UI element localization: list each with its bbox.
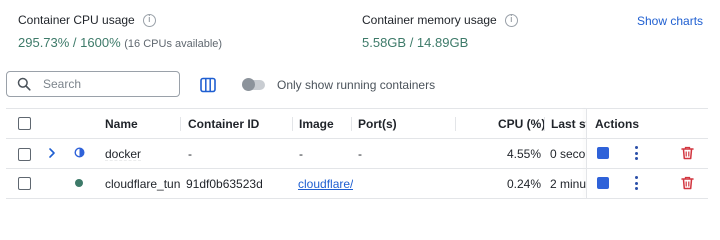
show-charts-link[interactable]: Show charts xyxy=(637,14,703,28)
delete-icon[interactable] xyxy=(681,146,694,160)
column-divider xyxy=(180,117,181,131)
container-name[interactable]: cloudflare_tunne xyxy=(105,177,181,191)
half-circle-icon xyxy=(74,147,85,158)
container-last-started: 2 minut xyxy=(550,177,586,191)
container-id: - xyxy=(188,147,192,161)
stop-button[interactable] xyxy=(597,177,609,189)
row-checkbox[interactable] xyxy=(18,148,31,161)
expand-chevron-icon[interactable] xyxy=(47,147,57,159)
search-icon xyxy=(17,77,31,91)
more-options-icon[interactable] xyxy=(634,146,638,160)
column-view-button[interactable] xyxy=(196,73,220,97)
select-all-checkbox[interactable] xyxy=(18,117,31,130)
running-only-label: Only show running containers xyxy=(277,78,436,92)
column-header-name[interactable]: Name xyxy=(105,117,138,131)
column-divider xyxy=(292,117,293,131)
column-header-container-id[interactable]: Container ID xyxy=(188,117,259,131)
column-header-actions: Actions xyxy=(595,117,640,131)
stop-button[interactable] xyxy=(597,147,609,159)
toggle-knob xyxy=(242,78,255,91)
cpu-usage-label: Container CPU usage i xyxy=(18,13,156,27)
table-top-divider xyxy=(6,108,708,109)
row-divider xyxy=(6,198,708,199)
running-only-toggle[interactable] xyxy=(242,78,265,91)
cpu-available-note: (16 CPUs available) xyxy=(124,38,223,50)
column-divider xyxy=(351,117,352,131)
more-options-icon[interactable] xyxy=(634,176,638,190)
container-cpu: 0.24% xyxy=(506,177,541,191)
row-checkbox[interactable] xyxy=(18,177,31,190)
search-box[interactable] xyxy=(6,71,180,97)
column-header-cpu[interactable]: CPU (%) xyxy=(498,117,545,131)
column-header-last-started[interactable]: Last st xyxy=(551,117,586,131)
search-input[interactable] xyxy=(41,76,165,92)
container-id: 91df0b63523d xyxy=(186,177,263,191)
memory-usage-label: Container memory usage i xyxy=(362,13,518,27)
memory-usage-title: Container memory usage xyxy=(362,13,497,27)
columns-icon xyxy=(200,77,216,93)
column-divider xyxy=(455,117,456,131)
column-divider xyxy=(544,117,545,131)
delete-icon[interactable] xyxy=(681,176,694,190)
container-cpu: 4.55% xyxy=(506,147,541,161)
cpu-usage-value: 295.73% / 1600% (16 CPUs available) xyxy=(18,35,222,50)
column-header-ports[interactable]: Port(s) xyxy=(358,117,397,131)
memory-usage-value: 5.58GB / 14.89GB xyxy=(362,35,469,50)
info-icon[interactable]: i xyxy=(142,13,156,27)
container-last-started: 0 secor xyxy=(550,147,586,161)
container-image: - xyxy=(299,147,303,161)
info-icon[interactable]: i xyxy=(504,13,518,27)
cpu-usage-number: 295.73% / 1600% xyxy=(18,35,121,50)
cpu-usage-title: Container CPU usage xyxy=(18,13,135,27)
column-header-image[interactable]: Image xyxy=(299,117,334,131)
container-image-link[interactable]: cloudflare/ xyxy=(298,177,353,191)
container-name[interactable]: docker xyxy=(105,147,141,161)
container-ports: - xyxy=(358,147,362,161)
running-dot-icon xyxy=(75,179,83,187)
